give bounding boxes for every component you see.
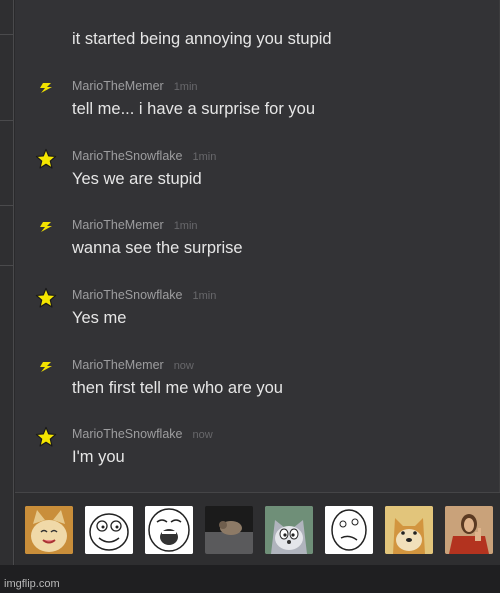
rail-divider xyxy=(0,205,14,206)
bottom-bar: imgflip.com xyxy=(0,565,500,593)
username[interactable]: MarioTheMemer xyxy=(72,79,164,93)
rail-divider xyxy=(0,34,14,35)
lightning-icon xyxy=(35,216,57,238)
doge-meme[interactable] xyxy=(385,506,433,554)
star-icon xyxy=(35,426,57,448)
tom-cat-meme[interactable] xyxy=(265,506,313,554)
username[interactable]: MarioTheSnowflake xyxy=(72,427,182,441)
message-meta: MarioTheMemer 1min xyxy=(72,218,198,234)
star-icon xyxy=(35,148,57,170)
chat-panel: it started being annoying you stupid Mar… xyxy=(15,0,500,492)
rail-divider xyxy=(0,265,14,266)
message-meta: MarioTheSnowflake 1min xyxy=(72,288,216,304)
timestamp: 1min xyxy=(173,81,198,93)
message-meta: MarioTheSnowflake now xyxy=(72,427,213,443)
buddy-christ-meme[interactable] xyxy=(445,506,493,554)
message-text: I'm you xyxy=(72,448,125,466)
username[interactable]: MarioTheSnowflake xyxy=(72,149,182,163)
message-text: Yes me xyxy=(72,309,127,327)
message-text: then first tell me who are you xyxy=(72,379,283,397)
message-meta: MarioTheMemer 1min xyxy=(72,79,198,95)
timestamp: now xyxy=(173,360,194,372)
username[interactable]: MarioTheMemer xyxy=(72,218,164,232)
rail-divider xyxy=(0,120,14,121)
lol-face-meme[interactable] xyxy=(145,506,193,554)
timestamp: 1min xyxy=(192,151,217,163)
timestamp: 1min xyxy=(173,220,198,232)
happy-cat-meme[interactable] xyxy=(25,506,73,554)
username[interactable]: MarioTheSnowflake xyxy=(72,288,182,302)
timestamp: now xyxy=(192,429,213,441)
message-text: Yes we are stupid xyxy=(72,170,202,188)
dark-meme[interactable] xyxy=(205,506,253,554)
lightning-icon xyxy=(35,77,57,99)
message-meta: MarioTheSnowflake 1min xyxy=(72,149,216,165)
meme-picker-tray xyxy=(15,492,500,565)
left-rail xyxy=(0,0,14,565)
message-text: tell me... i have a surprise for you xyxy=(72,100,316,118)
timestamp: 1min xyxy=(192,290,217,302)
lightning-icon xyxy=(35,356,57,378)
imgflip-watermark: imgflip.com xyxy=(4,578,60,590)
message-text: wanna see the surprise xyxy=(72,239,243,257)
username[interactable]: MarioTheMemer xyxy=(72,358,164,372)
star-icon xyxy=(35,287,57,309)
message-meta: MarioTheMemer now xyxy=(72,358,194,374)
derp-face-meme[interactable] xyxy=(325,506,373,554)
rage-face-meme[interactable] xyxy=(85,506,133,554)
message-text: it started being annoying you stupid xyxy=(72,30,332,48)
